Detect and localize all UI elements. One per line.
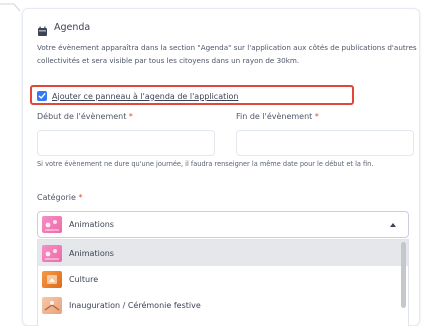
option-label: Animations — [69, 248, 114, 258]
option-label: Inauguration / Cérémonie festive — [69, 300, 201, 310]
agenda-description: Votre évènement apparaîtra dans la secti… — [37, 43, 417, 65]
end-date-label-text: Fin de l'évènement — [236, 112, 313, 121]
end-date-label: Fin de l'évènement * — [236, 112, 319, 121]
category-selected-value: Animations — [69, 220, 114, 229]
panel-connector-line — [0, 3, 21, 12]
animations-icon — [42, 216, 62, 233]
add-to-agenda-label: Ajouter ce panneau à l'agenda de l'appli… — [52, 91, 239, 101]
inauguration-icon — [42, 296, 62, 314]
category-select[interactable]: Animations — [37, 211, 409, 238]
dropdown-scrollbar[interactable] — [401, 242, 406, 308]
start-date-input[interactable] — [37, 130, 215, 156]
checkmark-icon — [38, 93, 46, 99]
culture-icon — [42, 270, 62, 288]
agenda-header: Agenda — [37, 22, 91, 36]
category-option-culture[interactable]: Culture — [38, 266, 408, 292]
animations-icon — [42, 244, 62, 262]
category-option-inauguration[interactable]: Inauguration / Cérémonie festive — [38, 292, 408, 318]
option-label: Culture — [69, 274, 99, 284]
required-mark: * — [78, 193, 83, 202]
category-label: Catégorie * — [37, 193, 83, 202]
calendar-icon — [37, 22, 48, 36]
date-hint: Si votre évènement ne dure qu'une journé… — [37, 160, 374, 168]
agenda-card: Agenda Votre évènement apparaîtra dans l… — [22, 8, 420, 326]
chevron-up-icon[interactable] — [390, 223, 396, 227]
start-date-label-text: Début de l'évènement — [37, 112, 127, 121]
start-date-label: Début de l'évènement * — [37, 112, 133, 121]
category-dropdown: Animations Culture Inauguration / Cérémo… — [37, 239, 409, 326]
add-to-agenda-option[interactable]: Ajouter ce panneau à l'agenda de l'appli… — [37, 91, 238, 101]
required-mark: * — [314, 112, 319, 121]
category-label-text: Catégorie — [37, 193, 76, 202]
add-to-agenda-checkbox[interactable] — [37, 91, 47, 101]
category-option-animations[interactable]: Animations — [38, 240, 408, 266]
end-date-input[interactable] — [236, 130, 414, 156]
section-title: Agenda — [54, 22, 91, 33]
required-mark: * — [128, 112, 133, 121]
